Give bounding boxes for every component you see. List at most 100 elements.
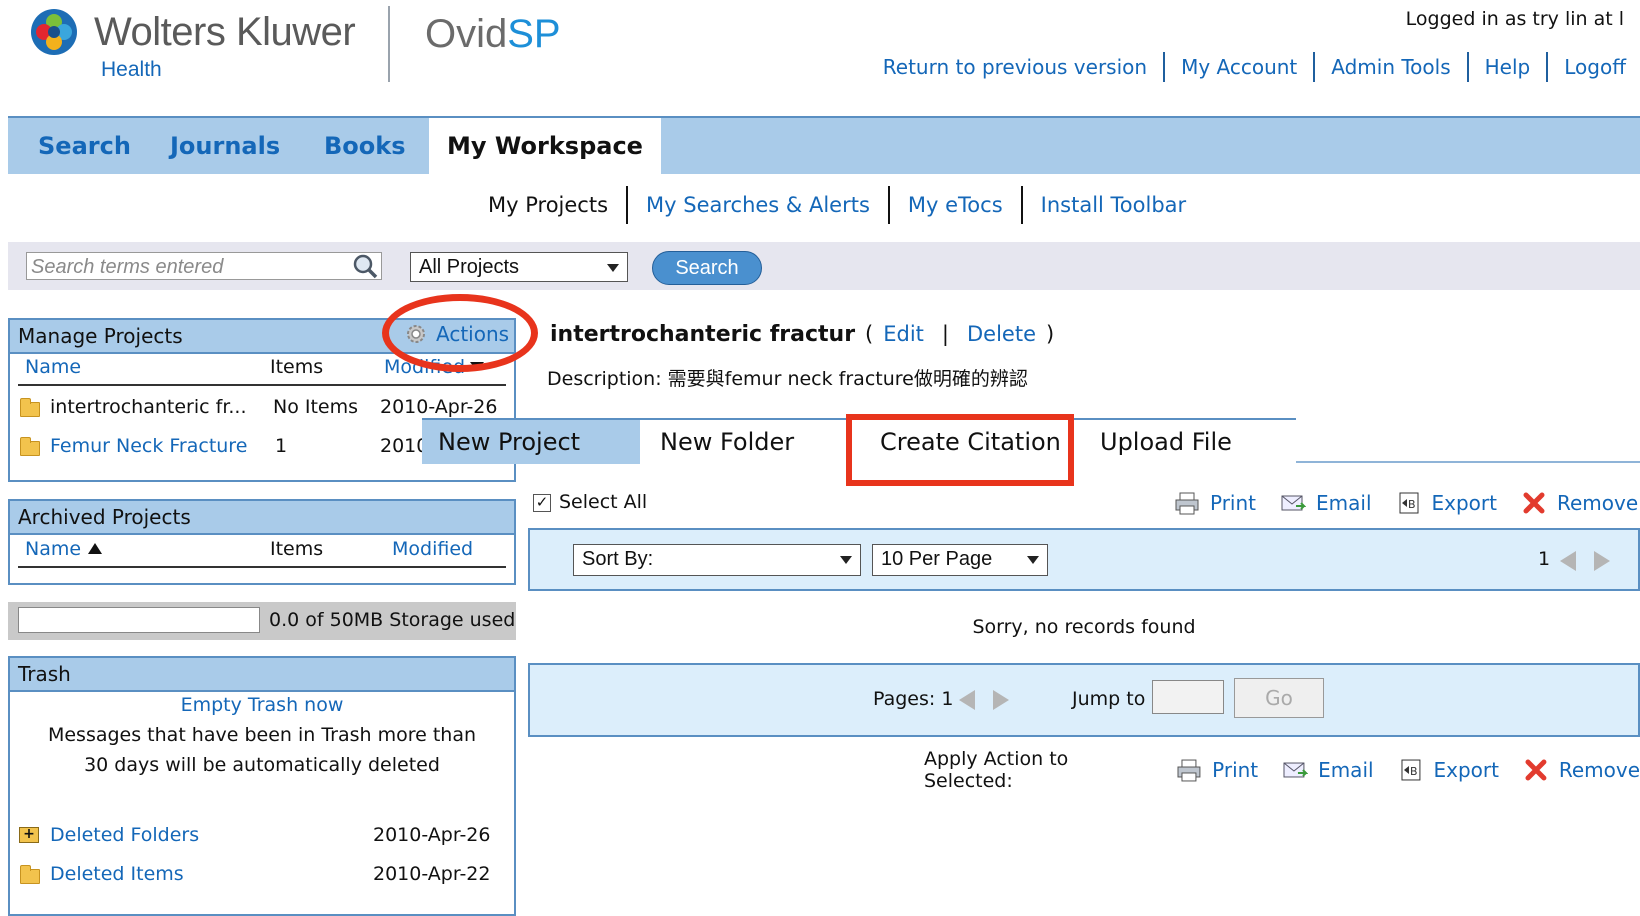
chevron-down-icon	[840, 556, 852, 564]
page-number: 1	[1538, 548, 1551, 570]
project-scope-select[interactable]: All Projects	[410, 252, 628, 282]
workspace-subnav: My Projects My Searches & Alerts My eToc…	[470, 186, 1204, 224]
sort-asc-icon	[88, 543, 102, 554]
menu-new-folder[interactable]: New Folder	[660, 420, 794, 464]
chevron-down-icon	[1027, 556, 1039, 564]
product-logo: OvidSP	[425, 12, 561, 56]
per-page-value: 10 Per Page	[881, 548, 993, 570]
email-icon	[1281, 495, 1307, 511]
export-button[interactable]: Export	[1432, 491, 1497, 515]
header-rule	[18, 566, 506, 568]
per-page-select[interactable]: 10 Per Page	[872, 544, 1048, 576]
edit-project-link[interactable]: Edit	[883, 322, 924, 346]
project-name[interactable]: Femur Neck Fracture	[50, 435, 247, 457]
tab-journals[interactable]: Journals	[170, 118, 280, 174]
admin-tools-link[interactable]: Admin Tools	[1315, 55, 1466, 79]
next-page-icon[interactable]	[1594, 551, 1610, 571]
paren-open: (	[865, 322, 874, 346]
project-description: Description: 需要與femur neck fracture做明確的辨…	[547, 364, 1028, 391]
print-icon	[1175, 492, 1199, 515]
trash-message: Messages that have been in Trash more th…	[47, 724, 477, 746]
tab-books[interactable]: Books	[324, 118, 406, 174]
help-link[interactable]: Help	[1469, 55, 1547, 79]
subtab-my-etocs[interactable]: My eTocs	[890, 193, 1021, 217]
archived-projects-header: Archived Projects	[10, 501, 514, 535]
expand-folder-icon[interactable]: +	[19, 827, 39, 843]
remove-button[interactable]: Remove	[1557, 491, 1638, 515]
sort-by-value: Sort By:	[582, 548, 654, 570]
description-label: Description:	[547, 368, 662, 390]
trash-title: Trash	[18, 662, 71, 686]
export-icon: B	[1401, 759, 1420, 781]
annotation-box	[846, 414, 1074, 486]
print-button[interactable]: Print	[1210, 491, 1256, 515]
print-button[interactable]: Print	[1212, 758, 1258, 782]
archived-col-name[interactable]: Name	[25, 538, 81, 560]
select-all-label: Select All	[559, 491, 648, 513]
project-modified: 2010-Apr-26	[380, 396, 498, 418]
deleted-items-date: 2010-Apr-22	[373, 863, 491, 885]
search-icon[interactable]	[352, 253, 378, 279]
print-icon	[1177, 759, 1201, 782]
col-name[interactable]: Name	[25, 356, 81, 378]
description-text: 需要與femur neck fracture做明確的辨認	[667, 368, 1028, 390]
tab-my-workspace[interactable]: My Workspace	[429, 118, 661, 174]
folder-icon	[20, 865, 40, 884]
menu-upload-file[interactable]: Upload File	[1100, 420, 1232, 464]
project-title: intertrochanteric fractur	[550, 322, 856, 347]
project-title-row: intertrochanteric fractur ( Edit | Delet…	[550, 322, 1054, 347]
select-all-checkbox[interactable]: ✓	[533, 494, 551, 512]
search-button[interactable]: Search	[652, 251, 762, 285]
logoff-link[interactable]: Logoff	[1548, 55, 1626, 79]
tab-search[interactable]: Search	[38, 118, 131, 174]
storage-label: 0.0 of 50MB Storage used	[269, 609, 516, 631]
subtab-my-projects[interactable]: My Projects	[470, 193, 626, 217]
menu-new-project[interactable]: New Project	[422, 420, 640, 464]
empty-results-message: Sorry, no records found	[972, 616, 1196, 638]
remove-button[interactable]: Remove	[1559, 758, 1640, 782]
deleted-folders-link[interactable]: Deleted Folders	[50, 824, 199, 846]
jump-label: Jump to	[1072, 688, 1146, 710]
next-page-icon[interactable]	[993, 690, 1009, 710]
return-previous-version-link[interactable]: Return to previous version	[867, 55, 1163, 79]
subtab-install-toolbar[interactable]: Install Toolbar	[1023, 193, 1205, 217]
svg-text:B: B	[1408, 498, 1416, 511]
project-name[interactable]: intertrochanteric fr...	[50, 396, 247, 418]
delete-project-link[interactable]: Delete	[967, 322, 1036, 346]
sort-by-select[interactable]: Sort By:	[573, 544, 861, 576]
svg-text:B: B	[1410, 765, 1418, 778]
deleted-items-link[interactable]: Deleted Items	[50, 863, 184, 885]
manage-projects-title: Manage Projects	[18, 324, 183, 348]
remove-icon	[1525, 759, 1547, 781]
pages-label: Pages: 1	[873, 688, 954, 710]
annotation-circle	[382, 294, 538, 372]
link-separator: |	[941, 322, 949, 346]
archived-col-items: Items	[270, 538, 324, 560]
apply-action-label: Apply Action to Selected:	[924, 748, 1069, 792]
archived-col-modified[interactable]: Modified	[392, 538, 473, 560]
search-input[interactable]: Search terms entered	[26, 252, 382, 280]
storage-meter	[18, 607, 260, 633]
folder-icon	[20, 398, 40, 417]
jump-to-input[interactable]	[1152, 680, 1224, 714]
empty-trash-link[interactable]: Empty Trash now	[8, 694, 516, 716]
trash-message: 30 days will be automatically deleted	[84, 754, 440, 776]
subtab-my-searches-alerts[interactable]: My Searches & Alerts	[628, 193, 888, 217]
go-button[interactable]: Go	[1234, 678, 1324, 718]
archived-projects-title: Archived Projects	[18, 505, 191, 529]
email-icon	[1283, 762, 1309, 778]
email-button[interactable]: Email	[1318, 758, 1374, 782]
deleted-folders-date: 2010-Apr-26	[373, 824, 491, 846]
email-button[interactable]: Email	[1316, 491, 1372, 515]
remove-icon	[1523, 492, 1545, 514]
prev-page-icon[interactable]	[1560, 551, 1576, 571]
folder-icon	[20, 437, 40, 456]
project-items: No Items	[273, 396, 359, 418]
brand-name: Wolters Kluwer	[94, 10, 356, 54]
my-account-link[interactable]: My Account	[1165, 55, 1313, 79]
col-items: Items	[270, 356, 324, 378]
export-button[interactable]: Export	[1433, 758, 1498, 782]
header-rule	[18, 384, 506, 386]
prev-page-icon[interactable]	[959, 690, 975, 710]
paren-close: )	[1046, 322, 1055, 346]
